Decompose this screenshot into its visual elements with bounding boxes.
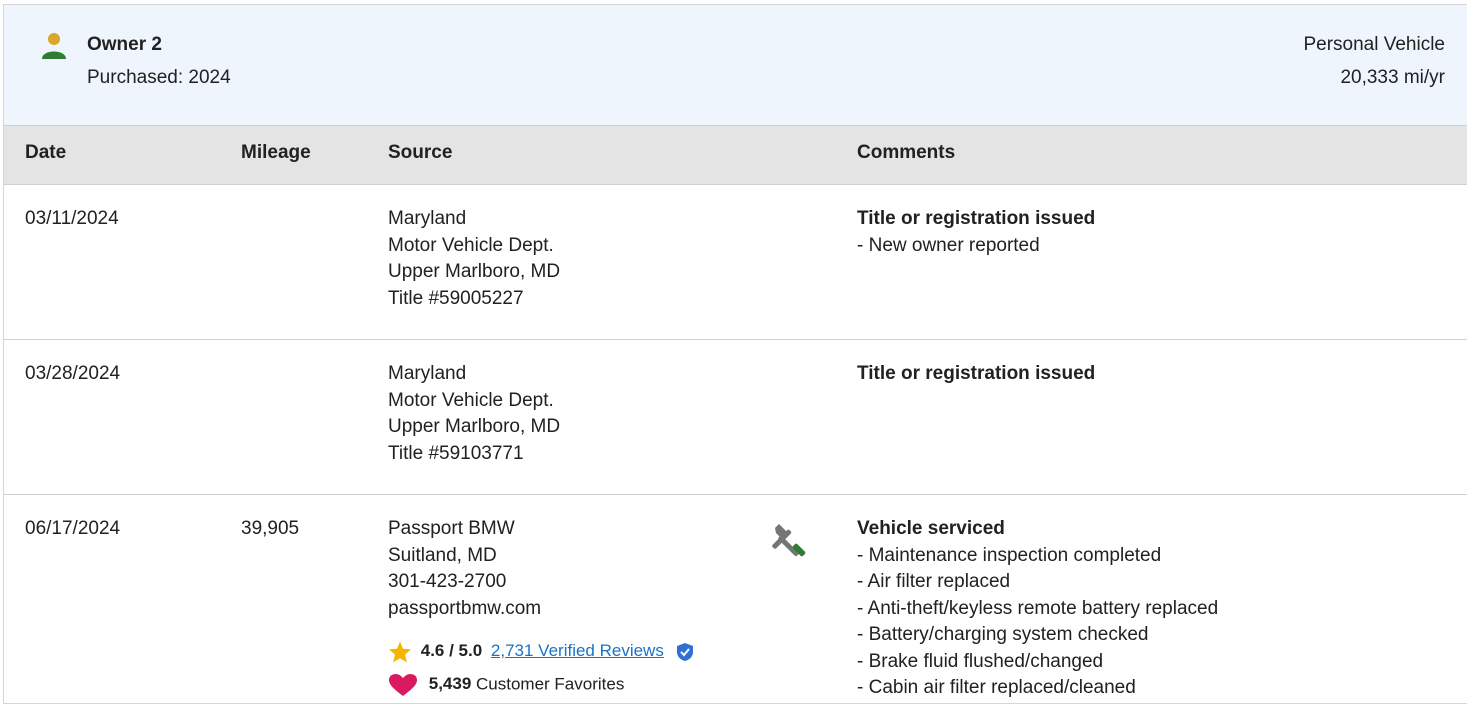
star-icon xyxy=(389,641,411,663)
source-line: Title #59005227 xyxy=(388,287,524,309)
comment-item: - Maintenance inspection completed xyxy=(857,544,1162,566)
column-header-date: Date xyxy=(25,142,67,163)
row-source: Maryland Motor Vehicle Dept. Upper Marlb… xyxy=(388,206,560,312)
customer-favorites: 5,439 Customer Favorites xyxy=(388,671,624,698)
comment-title: Vehicle serviced xyxy=(857,518,1005,539)
vehicle-use-type: Personal Vehicle xyxy=(1303,34,1445,55)
row-comments: Title or registration issued xyxy=(857,361,1095,388)
heart-icon xyxy=(389,673,417,696)
source-line: Upper Marlboro, MD xyxy=(388,261,561,282)
owner-history-card: Owner 2 Purchased: 2024 Personal Vehicle… xyxy=(3,4,1467,704)
row-source: Maryland Motor Vehicle Dept. Upper Marlb… xyxy=(388,361,560,467)
comment-item: - Brake fluid flushed/changed xyxy=(857,650,1104,672)
row-date: 03/28/2024 xyxy=(25,363,121,384)
source-line: Maryland xyxy=(388,363,467,384)
comment-item: - Cabin air filter replaced/cleaned xyxy=(857,677,1136,698)
verified-reviews-link[interactable]: 2,731 Verified Reviews xyxy=(491,641,664,660)
favorites-count: 5,439 xyxy=(428,674,472,694)
row-mileage: 39,905 xyxy=(241,518,300,539)
row-date: 03/11/2024 xyxy=(25,208,119,229)
person-icon xyxy=(42,33,66,59)
source-line: Passport BMW xyxy=(388,518,515,539)
owner-name: Owner 2 xyxy=(87,34,162,55)
column-header-source: Source xyxy=(388,142,453,163)
tools-icon xyxy=(772,524,806,557)
column-header-mileage: Mileage xyxy=(241,142,311,163)
row-source: Passport BMW Suitland, MD 301-423-2700 p… xyxy=(388,516,541,622)
comment-title: Title or registration issued xyxy=(857,363,1096,384)
dealer-rating: 4.6 / 5.0 2,731 Verified Reviews xyxy=(388,638,695,665)
comment-item: - New owner reported xyxy=(857,234,1040,256)
source-line: Maryland xyxy=(388,208,467,229)
comment-item: - Air filter replaced xyxy=(857,571,1011,592)
comment-title: Title or registration issued xyxy=(857,208,1096,229)
miles-per-year: 20,333 mi/yr xyxy=(1340,67,1445,88)
owner-header: Owner 2 Purchased: 2024 Personal Vehicle… xyxy=(4,5,1467,126)
comment-item: - Anti-theft/keyless remote battery repl… xyxy=(857,597,1219,619)
table-header: Date Mileage Source Comments xyxy=(4,126,1467,185)
favorites-label: Customer Favorites xyxy=(476,674,625,694)
source-line: Motor Vehicle Dept. xyxy=(388,389,554,411)
column-header-comments: Comments xyxy=(857,142,956,163)
purchased-year: Purchased: 2024 xyxy=(87,67,231,88)
source-line: Upper Marlboro, MD xyxy=(388,416,561,437)
row-date: 06/17/2024 xyxy=(25,518,121,539)
table-row: 03/11/2024 Maryland Motor Vehicle Dept. … xyxy=(4,185,1467,340)
verified-shield-icon xyxy=(676,642,693,661)
table-row: 06/17/2024 39,905 Passport BMW Suitland,… xyxy=(4,495,1467,703)
table-row: 03/28/2024 Maryland Motor Vehicle Dept. … xyxy=(4,340,1467,495)
comment-item: - Battery/charging system checked xyxy=(857,624,1149,645)
source-line: passportbmw.com xyxy=(388,597,542,619)
source-line: Suitland, MD xyxy=(388,544,497,566)
source-line: Title #59103771 xyxy=(388,442,524,464)
row-comments: Vehicle serviced - Maintenance inspectio… xyxy=(857,516,1218,702)
rating-score: 4.6 / 5.0 xyxy=(420,641,483,661)
row-comments: Title or registration issued - New owner… xyxy=(857,206,1095,259)
source-line: 301-423-2700 xyxy=(388,571,507,592)
source-line: Motor Vehicle Dept. xyxy=(388,234,554,256)
